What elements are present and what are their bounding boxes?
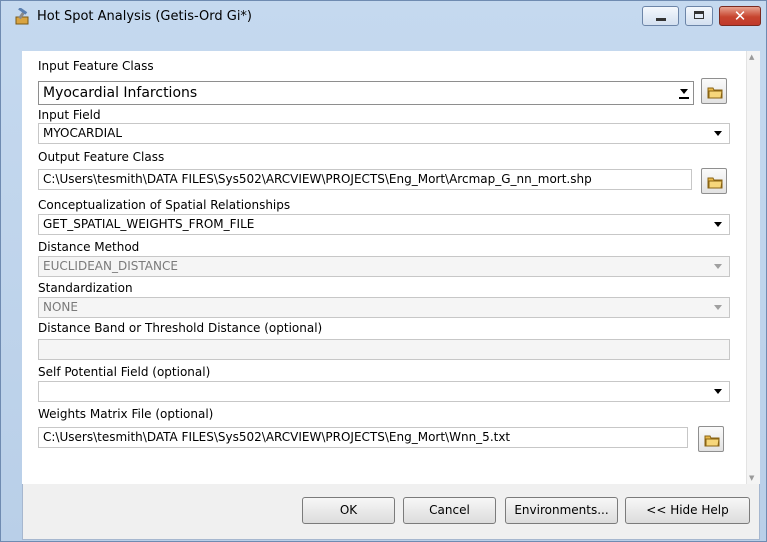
chevron-down-icon[interactable]: [714, 389, 722, 394]
distance-method-combo: EUCLIDEAN_DISTANCE: [38, 256, 730, 277]
title-bar[interactable]: Hot Spot Analysis (Getis-Ord Gi*) ✕: [1, 1, 766, 31]
distance-method-value: EUCLIDEAN_DISTANCE: [43, 259, 178, 273]
combo-underline-mark: [679, 97, 689, 99]
ok-button[interactable]: OK: [302, 497, 395, 524]
input-feature-class-label: Input Feature Class: [38, 59, 154, 73]
minimize-icon: [656, 18, 666, 21]
chevron-down-icon[interactable]: [714, 222, 722, 227]
browse-weights-matrix-file-button[interactable]: [698, 426, 724, 452]
dialog-window: Hot Spot Analysis (Getis-Ord Gi*) ✕ ▲ ▼ …: [0, 0, 767, 542]
standardization-combo: NONE: [38, 297, 730, 318]
folder-icon: [707, 87, 723, 99]
maximize-icon: [694, 11, 704, 19]
distance-band-label: Distance Band or Threshold Distance (opt…: [38, 321, 323, 335]
weights-matrix-file-value: C:\Users\tesmith\DATA FILES\Sys502\ARCVI…: [43, 430, 511, 444]
self-potential-field-combo[interactable]: [38, 381, 730, 402]
chevron-down-icon: [714, 305, 722, 310]
window-title: Hot Spot Analysis (Getis-Ord Gi*): [37, 9, 253, 24]
conceptualization-label: Conceptualization of Spatial Relationshi…: [38, 198, 291, 212]
scroll-up-icon[interactable]: ▲: [749, 53, 754, 61]
input-field-value: MYOCARDIAL: [43, 126, 123, 140]
conceptualization-value: GET_SPATIAL_WEIGHTS_FROM_FILE: [43, 217, 255, 231]
toolbox-hammer-icon: [14, 7, 32, 26]
output-feature-class-value: C:\Users\tesmith\DATA FILES\Sys502\ARCVI…: [43, 172, 592, 186]
folder-icon: [704, 435, 720, 447]
browse-output-feature-class-button[interactable]: [701, 168, 727, 194]
chevron-down-icon: [714, 264, 722, 269]
chevron-down-icon[interactable]: [680, 89, 688, 94]
weights-matrix-file-input[interactable]: C:\Users\tesmith\DATA FILES\Sys502\ARCVI…: [38, 427, 688, 448]
input-feature-class-combo[interactable]: Myocardial Infarctions: [38, 81, 694, 105]
standardization-value: NONE: [43, 300, 78, 314]
input-feature-class-value: Myocardial Infarctions: [43, 85, 198, 101]
cancel-button[interactable]: Cancel: [403, 497, 496, 524]
maximize-button[interactable]: [685, 6, 713, 26]
self-potential-field-label: Self Potential Field (optional): [38, 365, 211, 379]
vertical-scrollbar[interactable]: ▲ ▼: [746, 51, 760, 484]
standardization-label: Standardization: [38, 281, 133, 295]
hide-help-button[interactable]: << Hide Help: [625, 497, 750, 524]
input-field-combo[interactable]: MYOCARDIAL: [38, 123, 730, 144]
weights-matrix-file-label: Weights Matrix File (optional): [38, 407, 214, 421]
close-icon: ✕: [733, 7, 747, 25]
browse-input-feature-class-button[interactable]: [701, 78, 727, 104]
chevron-down-icon[interactable]: [714, 131, 722, 136]
input-field-label: Input Field: [38, 108, 101, 122]
output-feature-class-input[interactable]: C:\Users\tesmith\DATA FILES\Sys502\ARCVI…: [38, 169, 692, 190]
folder-icon: [707, 177, 723, 189]
environments-button[interactable]: Environments...: [505, 497, 618, 524]
conceptualization-combo[interactable]: GET_SPATIAL_WEIGHTS_FROM_FILE: [38, 214, 730, 235]
distance-method-label: Distance Method: [38, 240, 140, 254]
close-button[interactable]: ✕: [719, 6, 761, 26]
output-feature-class-label: Output Feature Class: [38, 150, 165, 164]
scroll-down-icon[interactable]: ▼: [749, 474, 754, 482]
distance-band-input: [38, 339, 730, 360]
minimize-button[interactable]: [642, 6, 679, 26]
